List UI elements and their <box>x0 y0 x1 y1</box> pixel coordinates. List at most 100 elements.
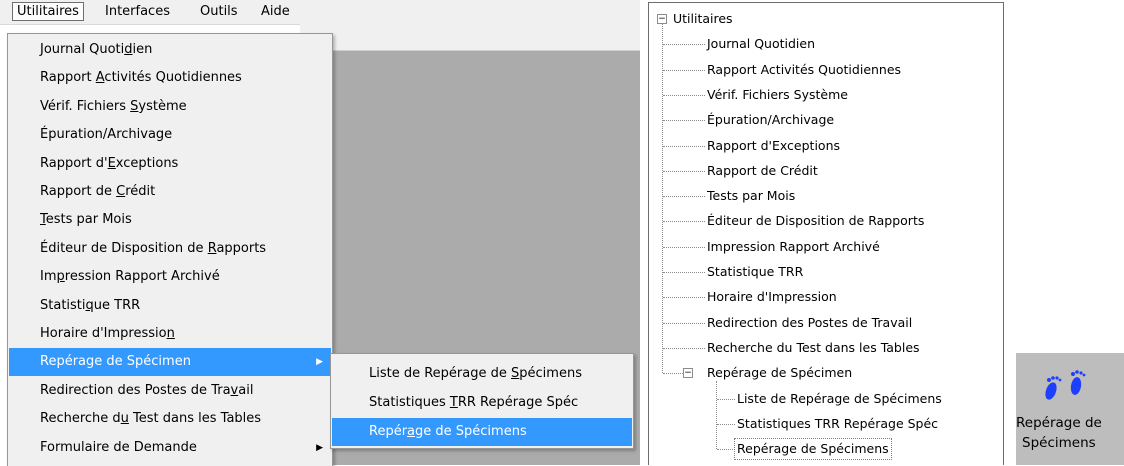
utilitaires-dropdown-menu: Journal Quotidien Rapport Activités Quoti… <box>7 33 333 466</box>
menu-item[interactable]: Vérif. Fichiers Système <box>9 93 331 121</box>
menu-item[interactable]: Redirection des Postes de Travail <box>9 377 331 405</box>
tree-node[interactable]: Impression Rapport Archivé <box>707 237 880 257</box>
menu-item-label: Rapport Activités Quotidiennes <box>40 64 242 92</box>
tree-node[interactable]: Épuration/Archivage <box>707 110 834 130</box>
collapse-toggle-icon[interactable]: − <box>683 368 693 379</box>
menu-item-label: Tests par Mois <box>40 206 132 234</box>
tree-connector-line <box>717 449 735 451</box>
menu-item[interactable]: Rapport d'Exceptions <box>9 150 331 178</box>
toolbar-strip <box>300 24 640 51</box>
menu-item-label: Redirection des Postes de Travail <box>40 377 253 405</box>
reperage-specimens-toolbar-button[interactable]: Repérage de Spécimens <box>1016 353 1124 465</box>
tree-node[interactable]: Éditeur de Disposition de Rapports <box>707 211 924 231</box>
submenu-item-label: Liste de Repérage de Spécimens <box>369 360 582 388</box>
menu-item-label: Rapport d'Exceptions <box>40 150 178 178</box>
mnemonic-char: p <box>56 269 65 285</box>
tree-node-utilitaires[interactable]: Utilitaires <box>673 9 733 29</box>
label-text: Formulaire de Demande <box>40 439 197 455</box>
tree-node[interactable]: Recherche du Test dans les Tables <box>707 338 920 358</box>
menu-item[interactable]: Tests par Mois <box>9 206 331 234</box>
label-text: Éditeur de Disposition de <box>40 240 208 256</box>
tree-node[interactable]: Rapport Activités Quotidiennes <box>707 60 901 80</box>
label-text: ge de Spécimens <box>415 424 527 439</box>
label-text: Rapport de <box>40 184 117 199</box>
tree-connector-line <box>663 322 705 324</box>
reperage-submenu: Liste de Repérage de Spécimens Statistiqu… <box>330 353 634 449</box>
submenu-item-label: Statistiques TRR Repérage Spéc <box>369 389 578 417</box>
menu-item-label: Impression Rapport Archivé <box>40 263 220 291</box>
tree-connector-line <box>663 347 705 349</box>
tree-connector-line <box>663 120 705 122</box>
menu-aide[interactable]: Aide <box>257 3 294 20</box>
menu-item-label: Vérif. Fichiers Système <box>40 93 187 121</box>
label-text: Journal Quoti <box>40 42 125 57</box>
menu-item[interactable]: Impression Rapport Archivé <box>9 263 331 291</box>
menu-item[interactable]: Formulaire de Demande ▶ <box>9 434 331 462</box>
label-text: xceptions <box>115 155 179 171</box>
submenu-item[interactable]: Repérage de Spécimens <box>332 418 632 446</box>
tree-connector-line <box>663 196 705 198</box>
tree-node[interactable]: Liste de Repérage de Spécimens <box>737 389 942 409</box>
tree-connector-line <box>663 297 705 299</box>
label-text: ctivités Quotidiennes <box>104 70 242 86</box>
tree-node[interactable]: Redirection des Postes de Travail <box>707 313 912 333</box>
tree-node[interactable]: Statistiques TRR Repérage Spéc <box>737 414 938 434</box>
tree-connector-line <box>717 423 735 425</box>
tree-node[interactable]: Rapport d'Exceptions <box>707 136 840 156</box>
label-text: ien <box>132 42 153 57</box>
label-text: Repér <box>369 424 408 439</box>
label-text: Épuration/Archivage <box>40 127 173 143</box>
label-text: ue TRR <box>93 297 141 313</box>
tree-node-reperage-de-specimen[interactable]: Repérage de Spécimen <box>707 363 852 383</box>
submenu-item-label: Repérage de Spécimens <box>369 418 527 446</box>
menu-item[interactable]: Recherche du Test dans les Tables <box>9 405 331 433</box>
tree-connector-line <box>663 246 705 248</box>
label-text: ests par Mois <box>45 212 132 228</box>
menu-item-label: Repérage de Spécimen <box>40 348 191 376</box>
menu-item-label: Horaire d'Impression <box>40 320 175 348</box>
label-text: Rapport d' <box>40 155 108 171</box>
tree-connector-line <box>717 398 735 400</box>
menu-item[interactable]: Repérage de Spécimen ▶ <box>9 348 331 377</box>
tree-node[interactable]: Statistique TRR <box>707 262 803 282</box>
tree-node[interactable]: Repérage de Spécimens <box>734 438 892 461</box>
submenu-arrow-icon: ▶ <box>316 357 323 368</box>
menu-item[interactable]: Épuration/Archivage <box>9 121 331 149</box>
menu-item-label: Formulaire de Demande <box>40 434 197 462</box>
tree-connector-line <box>716 381 717 450</box>
tree-node[interactable]: Tests par Mois <box>707 186 795 206</box>
menu-item[interactable]: Journal Quotidien <box>9 36 331 64</box>
mnemonic-char: n <box>166 326 175 341</box>
menu-item[interactable]: Rapport Activités Quotidiennes <box>9 64 331 92</box>
menu-item[interactable]: Statistique TRR <box>9 292 331 320</box>
label-text: Liste de Repérage de <box>369 366 512 381</box>
label-text: Repérage de Spécimen <box>40 354 191 370</box>
menu-item-label: Rapport de Crédit <box>40 178 155 206</box>
mnemonic-char: a <box>407 424 416 439</box>
app-window: Utilitaires Interfaces Outils Aide Journ… <box>0 0 640 466</box>
menu-bar: Utilitaires Interfaces Outils Aide <box>0 0 640 25</box>
menu-interfaces[interactable]: Interfaces <box>101 3 174 20</box>
tree-node[interactable]: Rapport de Crédit <box>707 161 818 181</box>
tree-connector-line <box>663 373 683 375</box>
submenu-item[interactable]: Liste de Repérage de Spécimens <box>332 360 632 388</box>
tree-node[interactable]: Vérif. Fichiers Système <box>707 85 848 105</box>
toolbar-button-label-line1: Repérage de <box>1016 415 1102 431</box>
tree-connector-line <box>663 145 705 147</box>
tree-node[interactable]: Horaire d'Impression <box>707 287 837 307</box>
tree-connector-line <box>663 94 705 96</box>
label-text: Im <box>40 269 57 285</box>
menu-item[interactable]: Rapport de Crédit <box>9 178 331 206</box>
menu-utilitaires[interactable]: Utilitaires <box>12 2 84 21</box>
menu-item[interactable]: Horaire d'Impression <box>9 320 331 348</box>
tree-connector-line <box>662 24 663 374</box>
menu-outils[interactable]: Outils <box>196 3 242 20</box>
submenu-item[interactable]: Statistiques TRR Repérage Spéc <box>332 389 632 417</box>
collapse-toggle-icon[interactable]: − <box>657 14 667 24</box>
mnemonic-char: d <box>124 42 133 57</box>
mnemonic-char: q <box>85 297 94 313</box>
menu-item-label: Éditeur de Disposition de Rapports <box>40 235 266 263</box>
label-text: Recherche d <box>40 411 121 427</box>
tree-node[interactable]: Journal Quotidien <box>707 34 815 54</box>
menu-item[interactable]: Éditeur de Disposition de Rapports <box>9 235 331 263</box>
